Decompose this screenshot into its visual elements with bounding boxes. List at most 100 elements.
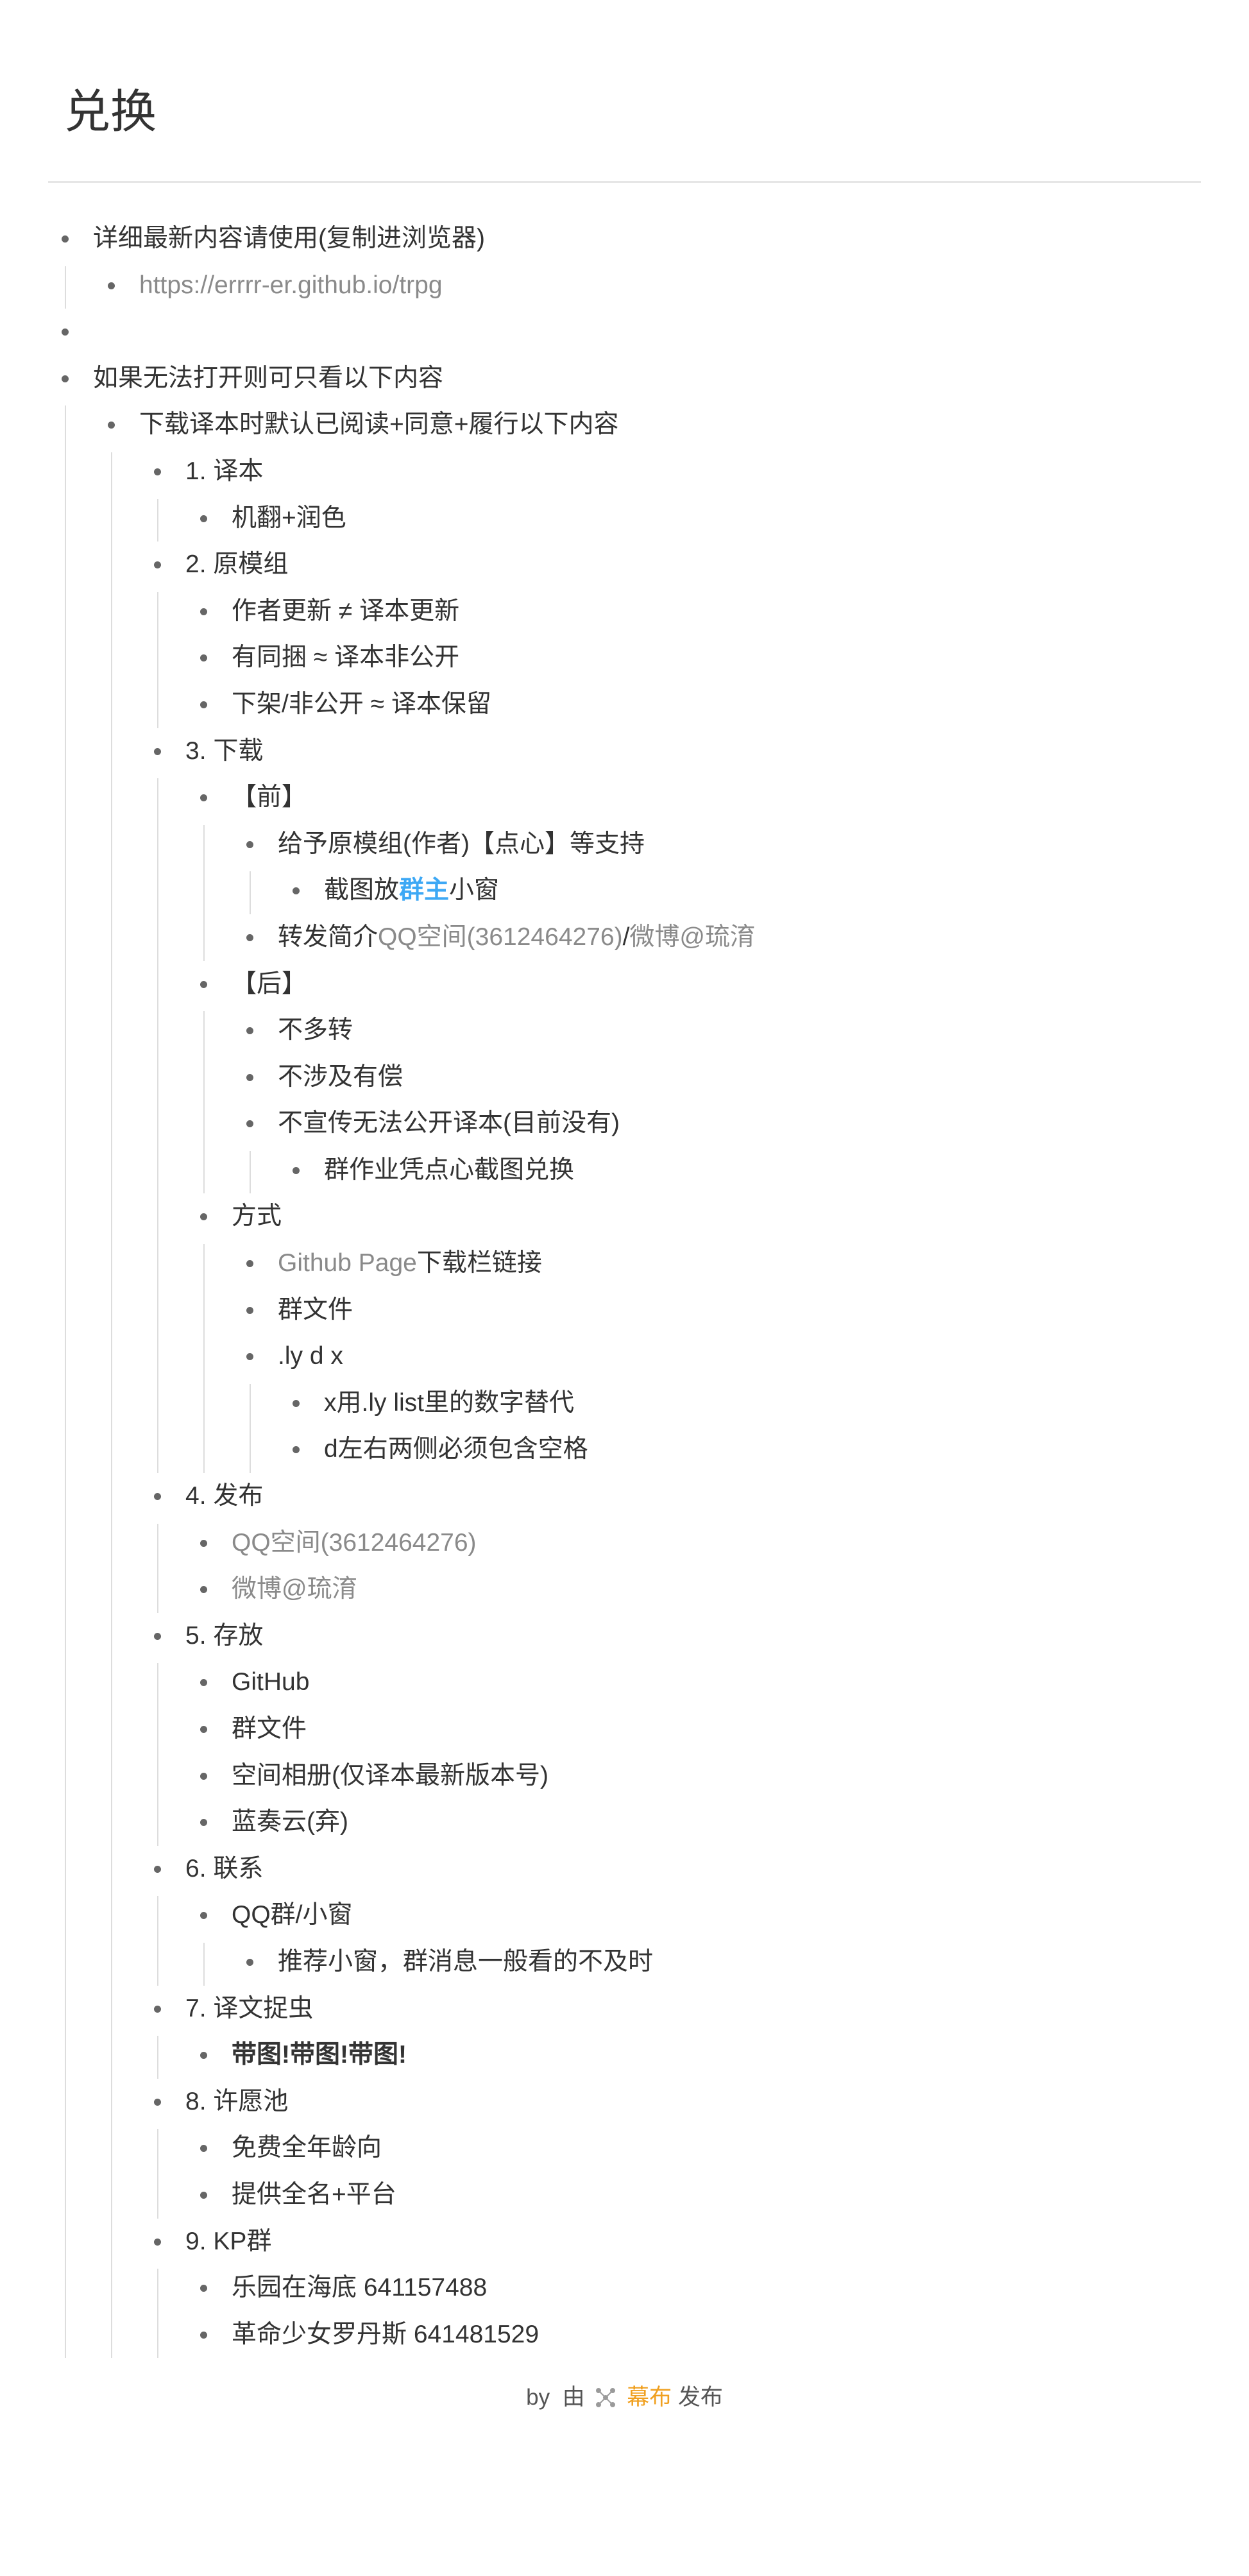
- outline-row[interactable]: 不涉及有偿: [233, 1054, 1201, 1101]
- outline-node[interactable]: 提供全名+平台: [187, 2172, 1201, 2219]
- outline-row[interactable]: [48, 309, 1201, 355]
- outline-node[interactable]: 详细最新内容请使用(复制进浏览器) https://errrr-er.github…: [48, 216, 1201, 309]
- outline-node[interactable]: 如果无法打开则可只看以下内容 下载译本时默认已阅读+同意+履行以下内容 1. 译本机…: [48, 355, 1201, 2358]
- bullet-dot-icon[interactable]: [246, 1958, 253, 1966]
- bullet-dot-icon[interactable]: [62, 328, 69, 336]
- bullet-dot-icon[interactable]: [154, 1632, 161, 1640]
- bullet-dot-icon[interactable]: [154, 2238, 161, 2246]
- outline-row[interactable]: 空间相册(仅译本最新版本号): [187, 1753, 1201, 1800]
- outline-node[interactable]: 4. 发布 QQ空间(3612464276) 微博@琉淯: [140, 1473, 1201, 1614]
- bullet-dot-icon[interactable]: [246, 1073, 253, 1081]
- bullet-dot-icon[interactable]: [293, 1166, 300, 1174]
- outline-row[interactable]: 2. 原模组: [140, 542, 1201, 588]
- outline-link[interactable]: Github Page: [278, 1249, 417, 1277]
- bullet-dot-icon[interactable]: [154, 2098, 161, 2106]
- outline-row[interactable]: Github Page下载栏链接: [233, 1240, 1201, 1287]
- outline-row[interactable]: 【后】: [187, 961, 1201, 1008]
- bullet-dot-icon[interactable]: [293, 887, 300, 895]
- outline-node[interactable]: Github Page下载栏链接: [233, 1240, 1201, 1287]
- outline-node[interactable]: 蓝奏云(弃): [187, 1799, 1201, 1846]
- bullet-dot-icon[interactable]: [200, 1819, 207, 1827]
- outline-row[interactable]: 9. KP群: [140, 2219, 1201, 2265]
- outline-node[interactable]: https://errrr-er.github.io/trpg: [94, 262, 1201, 309]
- bullet-dot-icon[interactable]: [154, 747, 161, 755]
- bullet-dot-icon[interactable]: [246, 840, 253, 848]
- outline-node[interactable]: 3. 下载 【前】 给予原模组(作者)【点心】等支持 截图放群主小窗 转发简介QQ空间(…: [140, 728, 1201, 1474]
- outline-node[interactable]: 微博@琉淯: [187, 1566, 1201, 1613]
- outline-link[interactable]: QQ空间(3612464276): [232, 1529, 477, 1557]
- bullet-dot-icon[interactable]: [108, 282, 115, 289]
- outline-row[interactable]: x用.ly list里的数字替代: [279, 1380, 1201, 1427]
- bullet-dot-icon[interactable]: [154, 561, 161, 569]
- outline-row[interactable]: 蓝奏云(弃): [187, 1799, 1201, 1846]
- outline-node[interactable]: QQ空间(3612464276): [187, 1520, 1201, 1567]
- outline-row[interactable]: 7. 译文捉虫: [140, 1986, 1201, 2033]
- bullet-dot-icon[interactable]: [200, 654, 207, 662]
- outline-node[interactable]: 【后】 不多转 不涉及有偿 不宣传无法公开译本(目前没有) 群作业凭点心截图兑换: [187, 961, 1201, 1194]
- outline-node[interactable]: QQ群/小窗 推荐小窗，群消息一般看的不及时: [187, 1892, 1201, 1986]
- outline-row[interactable]: 推荐小窗，群消息一般看的不及时: [233, 1939, 1201, 1986]
- outline-row[interactable]: 不多转: [233, 1007, 1201, 1054]
- outline-node[interactable]: .ly d x x用.ly list里的数字替代 d左右两侧必须包含空格: [233, 1333, 1201, 1474]
- outline-row[interactable]: 下载译本时默认已阅读+同意+履行以下内容: [94, 402, 1201, 448]
- bullet-dot-icon[interactable]: [200, 2191, 207, 2199]
- bullet-dot-icon[interactable]: [246, 1353, 253, 1361]
- outline-node[interactable]: 6. 联系 QQ群/小窗 推荐小窗，群消息一般看的不及时: [140, 1846, 1201, 1986]
- outline-link[interactable]: 微博@琉淯: [232, 1575, 357, 1603]
- bullet-dot-icon[interactable]: [246, 1120, 253, 1128]
- outline-node[interactable]: x用.ly list里的数字替代: [279, 1380, 1201, 1427]
- outline-link[interactable]: https://errrr-er.github.io/trpg: [139, 271, 443, 299]
- outline-row[interactable]: d左右两侧必须包含空格: [279, 1426, 1201, 1473]
- outline-node[interactable]: 空间相册(仅译本最新版本号): [187, 1753, 1201, 1800]
- outline-node[interactable]: 下架/非公开 ≈ 译本保留: [187, 681, 1201, 728]
- outline-row[interactable]: 群作业凭点心截图兑换: [279, 1147, 1201, 1194]
- outline-row[interactable]: 不宣传无法公开译本(目前没有): [233, 1100, 1201, 1147]
- outline-node[interactable]: d左右两侧必须包含空格: [279, 1426, 1201, 1473]
- outline-row[interactable]: 截图放群主小窗: [279, 867, 1201, 914]
- outline-node[interactable]: 8. 许愿池 免费全年龄向 提供全名+平台: [140, 2079, 1201, 2219]
- outline-node[interactable]: 5. 存放 GitHub 群文件 空间相册(仅译本最新版本号) 蓝奏云(弃): [140, 1613, 1201, 1847]
- outline-node[interactable]: 乐园在海底 641157488: [187, 2265, 1201, 2312]
- outline-node[interactable]: 不涉及有偿: [233, 1054, 1201, 1101]
- bullet-dot-icon[interactable]: [200, 1772, 207, 1780]
- outline-row[interactable]: 详细最新内容请使用(复制进浏览器): [48, 216, 1201, 262]
- outline-row[interactable]: .ly d x: [233, 1333, 1201, 1380]
- outline-node[interactable]: 截图放群主小窗: [279, 867, 1201, 914]
- bullet-dot-icon[interactable]: [246, 1260, 253, 1268]
- bullet-dot-icon[interactable]: [200, 515, 207, 522]
- outline-node[interactable]: 群文件: [233, 1287, 1201, 1334]
- bullet-dot-icon[interactable]: [200, 2145, 207, 2153]
- outline-node[interactable]: 9. KP群 乐园在海底 641157488 革命少女罗丹斯 641481529: [140, 2219, 1201, 2358]
- outline-row[interactable]: 如果无法打开则可只看以下内容: [48, 355, 1201, 402]
- outline-node[interactable]: 不多转: [233, 1007, 1201, 1054]
- outline-node[interactable]: 【前】 给予原模组(作者)【点心】等支持 截图放群主小窗 转发简介QQ空间(36124…: [187, 774, 1201, 961]
- outline-node[interactable]: 革命少女罗丹斯 641481529: [187, 2312, 1201, 2358]
- outline-row[interactable]: 机翻+润色: [187, 495, 1201, 542]
- bullet-dot-icon[interactable]: [246, 1027, 253, 1035]
- bullet-dot-icon[interactable]: [154, 468, 161, 475]
- footer-brand-link[interactable]: 幕布: [627, 2385, 672, 2410]
- outline-row[interactable]: 下架/非公开 ≈ 译本保留: [187, 681, 1201, 728]
- outline-node[interactable]: 机翻+润色: [187, 495, 1201, 542]
- outline-node[interactable]: [48, 309, 1201, 355]
- outline-row[interactable]: https://errrr-er.github.io/trpg: [94, 262, 1201, 309]
- bullet-dot-icon[interactable]: [200, 2052, 207, 2060]
- bullet-dot-icon[interactable]: [108, 422, 115, 429]
- outline-node[interactable]: 群文件: [187, 1706, 1201, 1753]
- outline-node[interactable]: 1. 译本 机翻+润色: [140, 448, 1201, 542]
- outline-row[interactable]: 【前】: [187, 774, 1201, 821]
- outline-row[interactable]: 提供全名+平台: [187, 2172, 1201, 2219]
- bullet-dot-icon[interactable]: [154, 2005, 161, 2013]
- outline-row[interactable]: 给予原模组(作者)【点心】等支持: [233, 821, 1201, 868]
- outline-row[interactable]: 8. 许愿池: [140, 2079, 1201, 2126]
- outline-row[interactable]: 群文件: [187, 1706, 1201, 1753]
- outline-node[interactable]: 作者更新 ≠ 译本更新: [187, 588, 1201, 635]
- bullet-dot-icon[interactable]: [200, 1726, 207, 1733]
- bullet-dot-icon[interactable]: [62, 375, 69, 382]
- outline-node[interactable]: 有同捆 ≈ 译本非公开: [187, 635, 1201, 681]
- bullet-dot-icon[interactable]: [62, 235, 69, 243]
- outline-row[interactable]: 群文件: [233, 1287, 1201, 1334]
- outline-row[interactable]: 作者更新 ≠ 译本更新: [187, 588, 1201, 635]
- outline-row[interactable]: 4. 发布: [140, 1473, 1201, 1520]
- outline-node[interactable]: 给予原模组(作者)【点心】等支持 截图放群主小窗: [233, 821, 1201, 914]
